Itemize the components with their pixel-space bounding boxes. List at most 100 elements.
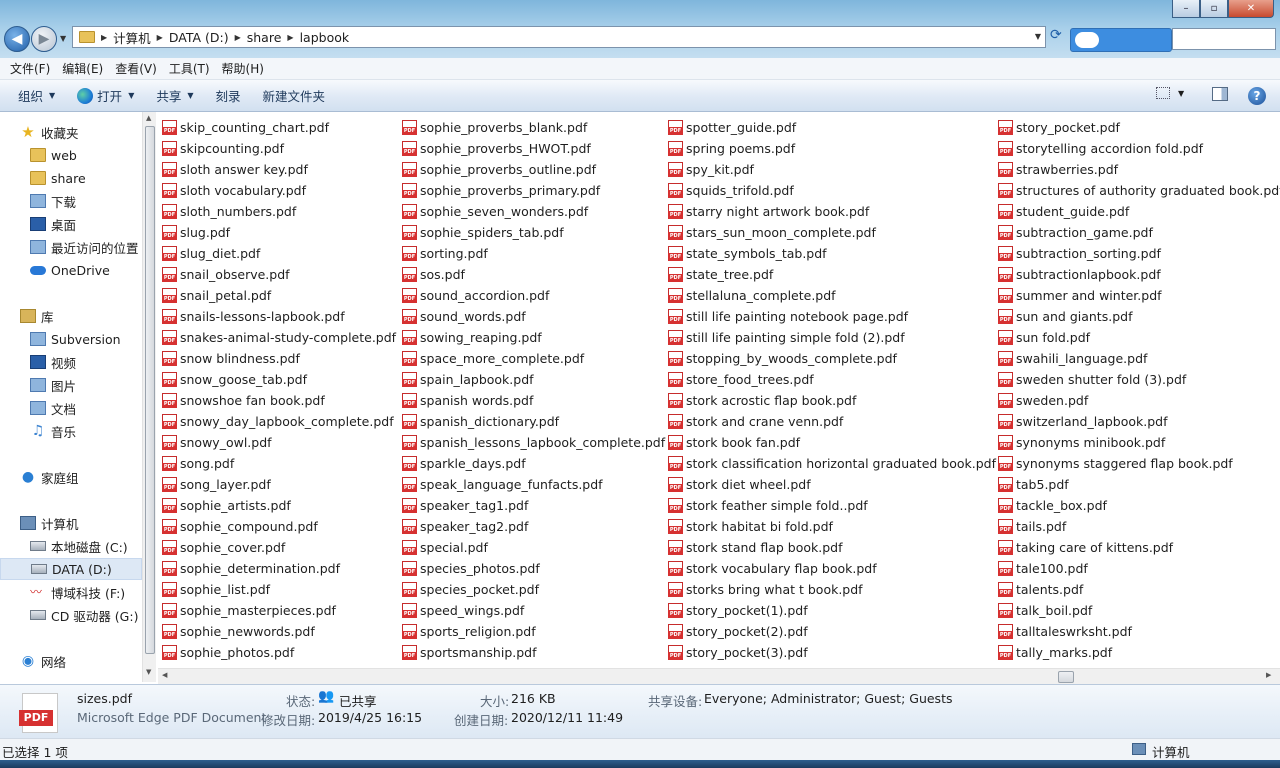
scroll-right-icon[interactable]: ▶ [1266, 671, 1271, 679]
file-item[interactable]: spanish words.pdf [402, 390, 533, 411]
breadcrumb-computer[interactable]: 计算机 [113, 28, 151, 47]
file-item[interactable]: stork stand flap book.pdf [668, 537, 842, 558]
file-item[interactable]: sophie_newwords.pdf [162, 621, 315, 642]
file-item[interactable]: slug_diet.pdf [162, 243, 260, 264]
file-item[interactable]: spanish_dictionary.pdf [402, 411, 559, 432]
change-view-button[interactable]: ▼ [1156, 87, 1184, 99]
file-item[interactable]: spring poems.pdf [668, 138, 795, 159]
file-item[interactable]: sophie_photos.pdf [162, 642, 294, 663]
file-item[interactable]: talents.pdf [998, 579, 1083, 600]
file-item[interactable]: skip_counting_chart.pdf [162, 117, 329, 138]
file-item[interactable]: sweden.pdf [998, 390, 1088, 411]
file-item[interactable]: sweden shutter fold (3).pdf [998, 369, 1186, 390]
file-item[interactable]: sophie_cover.pdf [162, 537, 285, 558]
file-item[interactable]: snowy_owl.pdf [162, 432, 272, 453]
sidebar-item-downloads[interactable]: 下载 [0, 190, 142, 212]
menu-edit[interactable]: 编辑(E) [56, 60, 109, 77]
file-item[interactable]: story_pocket(1).pdf [668, 600, 808, 621]
address-dropdown-icon[interactable]: ▼ [1035, 32, 1041, 41]
new-folder-button[interactable]: 新建文件夹 [255, 86, 334, 105]
file-item[interactable]: stars_sun_moon_complete.pdf [668, 222, 876, 243]
file-item[interactable]: spy_kit.pdf [668, 159, 754, 180]
file-item[interactable]: talk_boil.pdf [998, 600, 1092, 621]
breadcrumb-share[interactable]: share [247, 30, 282, 45]
open-button[interactable]: 打开 ▼ [69, 86, 142, 105]
breadcrumb-lapbook[interactable]: lapbook [300, 30, 350, 45]
help-button[interactable]: ? [1248, 87, 1266, 105]
file-item[interactable]: sowing_reaping.pdf [402, 327, 542, 348]
file-item[interactable]: summer and winter.pdf [998, 285, 1162, 306]
search-input[interactable] [1172, 28, 1276, 50]
file-item[interactable]: snowshoe fan book.pdf [162, 390, 325, 411]
file-item[interactable]: tackle_box.pdf [998, 495, 1107, 516]
file-item[interactable]: snail_observe.pdf [162, 264, 290, 285]
file-item[interactable]: snail_petal.pdf [162, 285, 271, 306]
file-item[interactable]: starry night artwork book.pdf [668, 201, 869, 222]
file-item[interactable]: stork habitat bi fold.pdf [668, 516, 833, 537]
preview-pane-button[interactable] [1212, 87, 1228, 101]
file-item[interactable]: sportsmanship.pdf [402, 642, 537, 663]
file-item[interactable]: taking care of kittens.pdf [998, 537, 1173, 558]
menu-help[interactable]: 帮助(H) [216, 60, 270, 77]
sidebar-item-music[interactable]: ♫ 音乐 [0, 420, 142, 442]
file-item[interactable]: sophie_proverbs_outline.pdf [402, 159, 596, 180]
file-item[interactable]: spanish_lessons_lapbook_complete.pdf [402, 432, 665, 453]
file-item[interactable]: switzerland_lapbook.pdf [998, 411, 1168, 432]
horizontal-scroll-thumb[interactable] [1058, 671, 1074, 683]
file-item[interactable]: sun and giants.pdf [998, 306, 1132, 327]
file-item[interactable]: state_symbols_tab.pdf [668, 243, 827, 264]
file-item[interactable]: sloth answer key.pdf [162, 159, 308, 180]
sidebar-item-onedrive[interactable]: OneDrive [0, 259, 142, 281]
file-item[interactable]: still life painting simple fold (2).pdf [668, 327, 905, 348]
file-item[interactable]: subtraction_game.pdf [998, 222, 1153, 243]
file-item[interactable]: still life painting notebook page.pdf [668, 306, 908, 327]
file-item[interactable]: space_more_complete.pdf [402, 348, 584, 369]
burn-button[interactable]: 刻录 [208, 86, 249, 105]
sidebar-favorites[interactable]: ★ 收藏夹 [0, 121, 142, 143]
file-item[interactable]: structures of authority graduated book.p… [998, 180, 1280, 201]
sidebar-homegroup[interactable]: ● 家庭组 [0, 466, 142, 488]
sidebar-item-pictures[interactable]: 图片 [0, 374, 142, 396]
menu-tools[interactable]: 工具(T) [163, 60, 216, 77]
file-item[interactable]: spain_lapbook.pdf [402, 369, 534, 390]
file-item[interactable]: sophie_masterpieces.pdf [162, 600, 336, 621]
file-item[interactable]: speed_wings.pdf [402, 600, 524, 621]
file-item[interactable]: speak_language_funfacts.pdf [402, 474, 603, 495]
file-item[interactable]: snow_goose_tab.pdf [162, 369, 307, 390]
file-item[interactable]: sloth vocabulary.pdf [162, 180, 306, 201]
sidebar-item-drive-f[interactable]: 〰 博域科技 (F:) [0, 581, 142, 603]
sidebar-item-drive-c[interactable]: 本地磁盘 (C:) [0, 535, 142, 557]
scroll-left-icon[interactable]: ◀ [162, 671, 167, 679]
file-item[interactable]: sorting.pdf [402, 243, 488, 264]
refresh-button[interactable]: ⟳ [1050, 27, 1068, 47]
file-item[interactable]: stellaluna_complete.pdf [668, 285, 836, 306]
maximize-button[interactable]: ▫ [1200, 0, 1228, 18]
scroll-up-icon[interactable]: ▲ [146, 114, 151, 122]
file-item[interactable]: slug.pdf [162, 222, 230, 243]
sidebar-computer[interactable]: 计算机 [0, 512, 142, 534]
file-item[interactable]: stork classification horizontal graduate… [668, 453, 996, 474]
file-item[interactable]: stork vocabulary flap book.pdf [668, 558, 877, 579]
file-item[interactable]: sound_words.pdf [402, 306, 526, 327]
file-item[interactable]: sophie_list.pdf [162, 579, 270, 600]
sidebar-scroll-thumb[interactable] [145, 126, 155, 654]
scroll-down-icon[interactable]: ▼ [146, 668, 151, 676]
file-item[interactable]: sophie_proverbs_blank.pdf [402, 117, 587, 138]
file-item[interactable]: snowy_day_lapbook_complete.pdf [162, 411, 394, 432]
file-item[interactable]: tally_marks.pdf [998, 642, 1112, 663]
sidebar-item-drive-g[interactable]: CD 驱动器 (G:) [0, 604, 142, 626]
baidu-cloud-search-button[interactable] [1070, 28, 1172, 52]
file-item[interactable]: sparkle_days.pdf [402, 453, 526, 474]
file-item[interactable]: stopping_by_woods_complete.pdf [668, 348, 897, 369]
file-item[interactable]: tails.pdf [998, 516, 1066, 537]
file-item[interactable]: tale100.pdf [998, 558, 1088, 579]
file-item[interactable]: squids_trifold.pdf [668, 180, 794, 201]
close-button[interactable]: ✕ [1228, 0, 1274, 18]
file-item[interactable]: sophie_proverbs_primary.pdf [402, 180, 600, 201]
sidebar-item-recent[interactable]: 最近访问的位置 [0, 236, 142, 258]
file-item[interactable]: storytelling accordion fold.pdf [998, 138, 1203, 159]
file-item[interactable]: sloth_numbers.pdf [162, 201, 296, 222]
sidebar-item-subversion[interactable]: Subversion [0, 328, 142, 350]
file-item[interactable]: stork and crane venn.pdf [668, 411, 843, 432]
sidebar-item-drive-d[interactable]: DATA (D:) [0, 558, 142, 580]
